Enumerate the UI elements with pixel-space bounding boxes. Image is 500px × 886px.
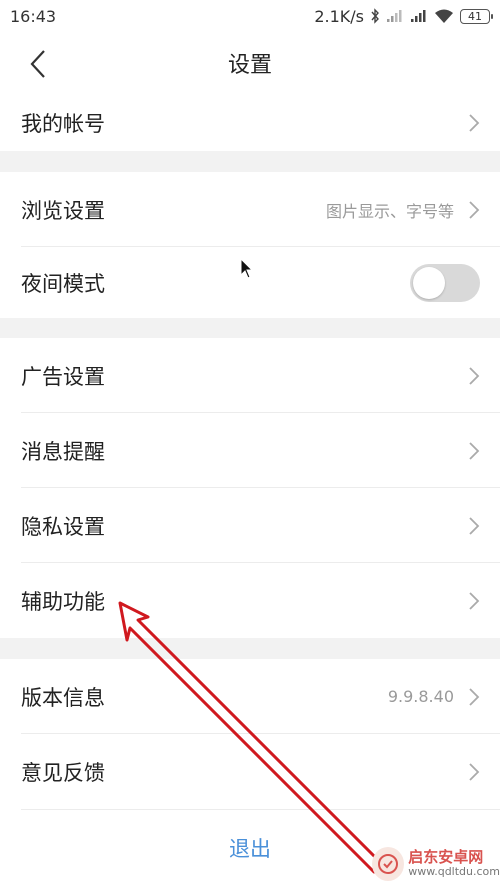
chevron-right-icon xyxy=(468,366,480,386)
settings-item-label: 我的帐号 xyxy=(21,111,105,136)
night-mode-toggle[interactable] xyxy=(410,263,480,302)
settings-item-accessibility[interactable]: 辅助功能 xyxy=(0,563,500,638)
settings-item-label: 隐私设置 xyxy=(21,514,105,539)
signal-icon xyxy=(387,10,402,22)
back-button[interactable] xyxy=(16,42,60,86)
signal-icon xyxy=(411,10,426,22)
mouse-cursor-icon xyxy=(240,258,254,279)
chevron-right-icon xyxy=(468,516,480,536)
settings-item-label: 意见反馈 xyxy=(21,761,105,785)
settings-item-version[interactable]: 版本信息 9.9.8.40 xyxy=(0,659,500,734)
status-icons: 2.1K/s 41 xyxy=(314,6,493,26)
chevron-right-icon xyxy=(468,687,480,707)
wifi-icon xyxy=(435,9,453,23)
watermark-name: 启东安卓网 xyxy=(408,848,484,867)
toggle-knob xyxy=(413,266,445,299)
chevron-right-icon xyxy=(468,591,480,611)
watermark-logo-icon xyxy=(372,847,405,881)
settings-item-value: 9.9.8.40 xyxy=(387,687,454,706)
battery-icon: 41 xyxy=(460,8,493,24)
network-speed: 2.1K/s xyxy=(314,6,364,26)
logout-button[interactable]: 退出 xyxy=(229,833,271,863)
watermark-text: 启东安卓网 www.qdltdu.com xyxy=(408,848,500,879)
bluetooth-icon xyxy=(371,8,379,24)
status-bar: 16:43 2.1K/s 41 xyxy=(0,0,500,32)
chevron-right-icon xyxy=(468,762,480,782)
settings-item-label: 夜间模式 xyxy=(21,271,105,296)
settings-item-label: 广告设置 xyxy=(21,364,105,389)
status-time: 16:43 xyxy=(10,6,57,26)
chevron-left-icon xyxy=(30,50,45,78)
settings-item-value: 图片显示、字号等 xyxy=(325,201,454,221)
watermark-url: www.qdltdu.com xyxy=(408,865,500,879)
watermark: 启东安卓网 www.qdltdu.com xyxy=(372,842,500,886)
settings-item-notifications[interactable]: 消息提醒 xyxy=(0,413,500,488)
settings-item-label: 消息提醒 xyxy=(21,439,105,464)
chevron-right-icon xyxy=(468,441,480,461)
settings-item-account[interactable]: 我的帐号 xyxy=(0,94,500,151)
settings-item-feedback[interactable]: 意见反馈 xyxy=(0,734,500,810)
settings-item-browse[interactable]: 浏览设置 图片显示、字号等 xyxy=(0,172,500,247)
settings-item-label: 版本信息 xyxy=(21,685,105,710)
page-title: 设置 xyxy=(227,53,272,78)
settings-item-privacy[interactable]: 隐私设置 xyxy=(0,488,500,563)
chevron-right-icon xyxy=(468,200,480,220)
header: 设置 xyxy=(0,32,500,94)
chevron-right-icon xyxy=(468,113,480,133)
settings-item-ads[interactable]: 广告设置 xyxy=(0,338,500,413)
settings-item-label: 辅助功能 xyxy=(21,589,105,614)
settings-item-label: 浏览设置 xyxy=(21,198,105,223)
